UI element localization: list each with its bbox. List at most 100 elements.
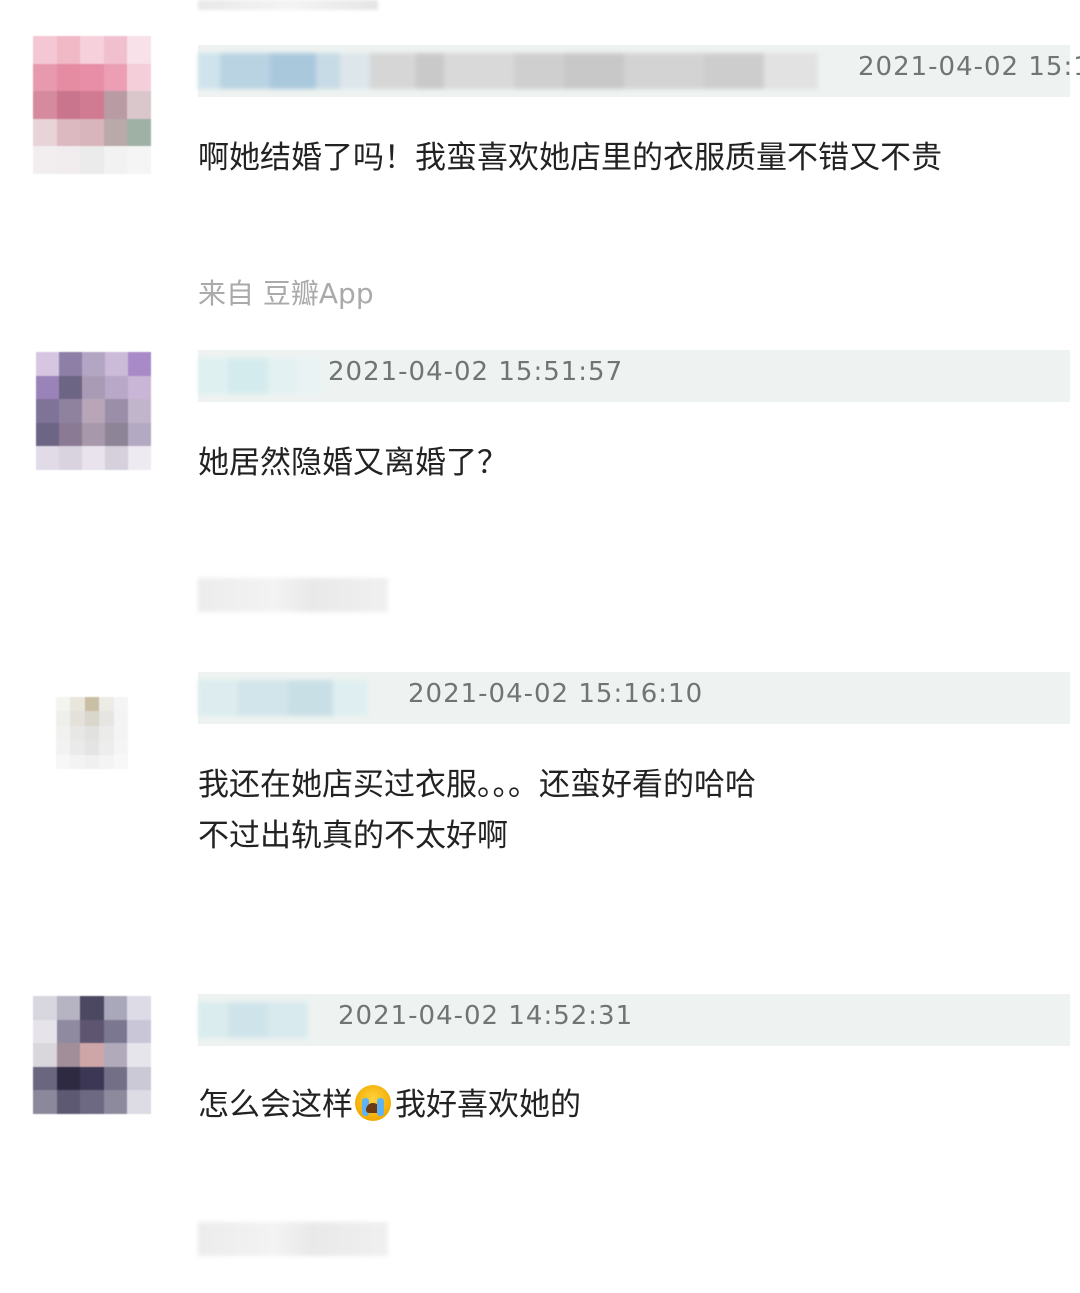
avatar-pixel: [56, 697, 71, 712]
avatar-pixel: [59, 446, 82, 470]
comment-header: 2021-04-02 15:51:57: [198, 350, 1070, 402]
avatar-pixel: [127, 1066, 151, 1091]
avatar-pixel: [56, 63, 81, 92]
avatar-pixel: [70, 711, 85, 726]
avatar-pixel: [113, 697, 128, 712]
avatar-pixel: [82, 399, 105, 423]
avatar-pixel: [59, 422, 82, 447]
comment-text-line-2: 不过出轨真的不太好啊: [198, 818, 508, 854]
avatar-pixel: [103, 996, 128, 1020]
avatar-pixel: [33, 1066, 57, 1091]
avatar-pixel: [99, 754, 114, 769]
avatar-pixel: [80, 1019, 104, 1044]
avatar-pixel: [36, 399, 59, 423]
avatar-pixel: [127, 1090, 151, 1114]
avatar-pixel: [80, 36, 104, 64]
avatar-pixel: [33, 63, 57, 92]
avatar-pixel: [33, 91, 57, 119]
avatar-pixel: [56, 1043, 81, 1067]
avatar-pixel: [84, 740, 100, 755]
avatar-pixel: [128, 375, 151, 400]
avatar-pixel: [82, 446, 105, 470]
username-blurred[interactable]: [198, 1002, 308, 1038]
avatar-pixel: [103, 63, 128, 92]
avatar-pixel: [127, 118, 151, 147]
avatar-pixel: [56, 1066, 81, 1091]
comment-source-blurred: [198, 1222, 388, 1256]
comment-source-blurred: [198, 578, 388, 612]
avatar-pixel: [103, 146, 128, 174]
previous-source-blurred: [198, 0, 378, 10]
avatar-pixel: [80, 91, 104, 119]
avatar-pixel: [84, 754, 100, 769]
avatar-pixel: [128, 446, 151, 470]
comment-timestamp: 2021-04-02 15:1: [858, 52, 1080, 82]
comment-text: 怎么会这样 我好喜欢她的: [198, 1080, 581, 1131]
avatar-pixel: [99, 725, 114, 741]
avatar[interactable]: [36, 352, 151, 470]
comment-source: 来自 豆瓣App: [198, 277, 374, 310]
avatar-pixel: [82, 352, 105, 376]
comment-header: 2021-04-02 15:16:10: [198, 672, 1070, 724]
comment-header: 2021-04-02 14:52:31: [198, 994, 1070, 1046]
avatar-pixel: [127, 36, 151, 64]
avatar-pixel: [103, 1090, 128, 1114]
avatar-pixel: [59, 399, 82, 423]
avatar-pixel: [103, 91, 128, 119]
avatar-pixel: [36, 422, 59, 447]
avatar-pixel: [80, 996, 104, 1020]
avatar[interactable]: [56, 697, 128, 769]
avatar-pixel: [105, 446, 128, 470]
avatar[interactable]: [33, 996, 151, 1114]
avatar-pixel: [56, 91, 81, 119]
avatar-pixel: [33, 1090, 57, 1114]
avatar-pixel: [82, 422, 105, 447]
avatar-pixel: [127, 91, 151, 119]
avatar-pixel: [127, 146, 151, 174]
avatar-pixel: [82, 375, 105, 400]
avatar-pixel: [103, 118, 128, 147]
avatar-pixel: [103, 1019, 128, 1044]
avatar-pixel: [80, 1043, 104, 1067]
avatar-pixel: [105, 375, 128, 400]
avatar-pixel: [56, 754, 71, 769]
avatar-pixel: [70, 754, 85, 769]
avatar-pixel: [103, 1066, 128, 1091]
avatar-pixel: [127, 996, 151, 1020]
avatar-pixel: [84, 725, 100, 741]
avatar-pixel: [105, 422, 128, 447]
avatar-pixel: [70, 697, 85, 712]
avatar-pixel: [105, 399, 128, 423]
avatar-pixel: [127, 63, 151, 92]
avatar-pixel: [36, 375, 59, 400]
avatar[interactable]: [33, 36, 151, 174]
avatar-pixel: [113, 725, 128, 741]
avatar-pixel: [36, 352, 59, 376]
avatar-pixel: [128, 352, 151, 376]
avatar-pixel: [84, 711, 100, 726]
comment-text: 她居然隐婚又离婚了？: [198, 445, 508, 481]
username-blurred[interactable]: [198, 680, 368, 716]
username-blurred[interactable]: [198, 358, 323, 394]
avatar-pixel: [80, 118, 104, 147]
avatar-pixel: [113, 711, 128, 726]
avatar-pixel: [103, 36, 128, 64]
avatar-pixel: [105, 352, 128, 376]
avatar-pixel: [56, 996, 81, 1020]
comment-text-part-2: 我好喜欢她的: [395, 1087, 581, 1123]
avatar-pixel: [59, 352, 82, 376]
avatar-pixel: [59, 375, 82, 400]
username-blurred[interactable]: [198, 53, 818, 89]
avatar-pixel: [56, 740, 71, 755]
avatar-pixel: [80, 146, 104, 174]
comment-timestamp: 2021-04-02 14:52:31: [338, 1001, 634, 1031]
avatar-pixel: [113, 754, 128, 769]
avatar-pixel: [56, 1090, 81, 1114]
avatar-pixel: [103, 1043, 128, 1067]
comment-text-line-1: 我还在她店买过衣服。。。还蛮好看的哈哈: [198, 767, 756, 803]
comment-text: 啊她结婚了吗！我蛮喜欢她店里的衣服质量不错又不贵: [198, 140, 942, 176]
avatar-pixel: [36, 446, 59, 470]
avatar-pixel: [33, 146, 57, 174]
avatar-pixel: [33, 1043, 57, 1067]
avatar-pixel: [99, 697, 114, 712]
